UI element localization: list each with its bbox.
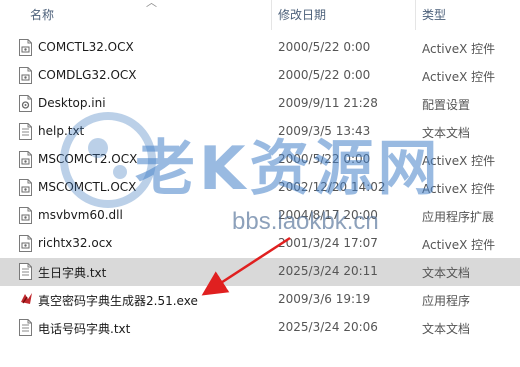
file-type: 文本文档	[422, 266, 471, 280]
file-name: help.txt	[38, 124, 85, 138]
file-row[interactable]: COMDLG32.OCX 2000/5/22 0:00 ActiveX 控件	[0, 62, 520, 90]
sort-ascending-icon[interactable]: ︿	[146, 0, 157, 10]
column-header-date[interactable]: 修改日期	[278, 6, 326, 23]
file-name: msvbvm60.dll	[38, 208, 123, 222]
file-row[interactable]: 生日字典.txt 2025/3/24 20:11 文本文档	[0, 258, 520, 286]
file-type: ActiveX 控件	[422, 70, 496, 84]
file-type: ActiveX 控件	[422, 182, 496, 196]
file-list: COMCTL32.OCX 2000/5/22 0:00 ActiveX 控件 COMD…	[0, 34, 520, 342]
file-type: 应用程序扩展	[422, 210, 495, 224]
ocx-file-icon	[19, 151, 32, 168]
text-file-icon	[19, 263, 32, 280]
file-modified-date: 2000/5/22 0:00	[278, 152, 371, 166]
file-modified-date: 2004/8/17 20:00	[278, 208, 378, 222]
file-name: richtx32.ocx	[38, 236, 113, 250]
file-name: MSCOMCT2.OCX	[38, 152, 138, 166]
file-modified-date: 2000/5/22 0:00	[278, 68, 371, 82]
column-divider[interactable]	[415, 0, 416, 30]
file-type: 配置设置	[422, 98, 471, 112]
column-header-type[interactable]: 类型	[422, 6, 446, 23]
file-type: ActiveX 控件	[422, 42, 496, 56]
file-name: 生日字典.txt	[38, 266, 107, 280]
column-header-name[interactable]: 名称	[30, 6, 54, 23]
file-row[interactable]: MSCOMCT2.OCX 2000/5/22 0:00 ActiveX 控件	[0, 146, 520, 174]
ocx-file-icon	[19, 179, 32, 196]
file-name: MSCOMCTL.OCX	[38, 180, 137, 194]
ocx-file-icon	[19, 235, 32, 252]
file-row[interactable]: richtx32.ocx 2001/3/24 17:07 ActiveX 控件	[0, 230, 520, 258]
file-type: ActiveX 控件	[422, 238, 496, 252]
file-row[interactable]: 电话号码字典.txt 2025/3/24 20:06 文本文档	[0, 314, 520, 342]
file-modified-date: 2009/9/11 21:28	[278, 96, 378, 110]
column-divider[interactable]	[271, 0, 272, 30]
dll-file-icon	[19, 207, 32, 224]
file-name: 真空密码字典生成器2.51.exe	[38, 294, 198, 308]
file-type: 文本文档	[422, 126, 471, 140]
file-modified-date: 2009/3/6 19:19	[278, 292, 371, 306]
file-row[interactable]: MSCOMCTL.OCX 2002/12/20 14:02 ActiveX 控件	[0, 174, 520, 202]
settings-file-icon	[19, 95, 32, 112]
file-row[interactable]: COMCTL32.OCX 2000/5/22 0:00 ActiveX 控件	[0, 34, 520, 62]
file-modified-date: 2000/5/22 0:00	[278, 40, 371, 54]
file-modified-date: 2002/12/20 14:02	[278, 180, 386, 194]
file-modified-date: 2009/3/5 13:43	[278, 124, 371, 138]
file-type: 文本文档	[422, 322, 471, 336]
file-name: Desktop.ini	[38, 96, 106, 110]
ocx-file-icon	[19, 39, 32, 56]
file-row[interactable]: msvbvm60.dll 2004/8/17 20:00 应用程序扩展	[0, 202, 520, 230]
column-header: ︿ 名称 修改日期 类型	[0, 0, 520, 30]
file-type: 应用程序	[422, 294, 471, 308]
file-name: COMDLG32.OCX	[38, 68, 137, 82]
text-file-icon	[19, 123, 32, 140]
file-name: 电话号码字典.txt	[38, 322, 131, 336]
file-modified-date: 2025/3/24 20:06	[278, 320, 378, 334]
file-modified-date: 2001/3/24 17:07	[278, 236, 378, 250]
exe-app-icon	[19, 291, 32, 308]
ocx-file-icon	[19, 67, 32, 84]
file-modified-date: 2025/3/24 20:11	[278, 264, 378, 278]
file-row[interactable]: help.txt 2009/3/5 13:43 文本文档	[0, 118, 520, 146]
file-row[interactable]: 真空密码字典生成器2.51.exe 2009/3/6 19:19 应用程序	[0, 286, 520, 314]
file-type: ActiveX 控件	[422, 154, 496, 168]
file-row[interactable]: Desktop.ini 2009/9/11 21:28 配置设置	[0, 90, 520, 118]
text-file-icon	[19, 319, 32, 336]
file-name: COMCTL32.OCX	[38, 40, 134, 54]
